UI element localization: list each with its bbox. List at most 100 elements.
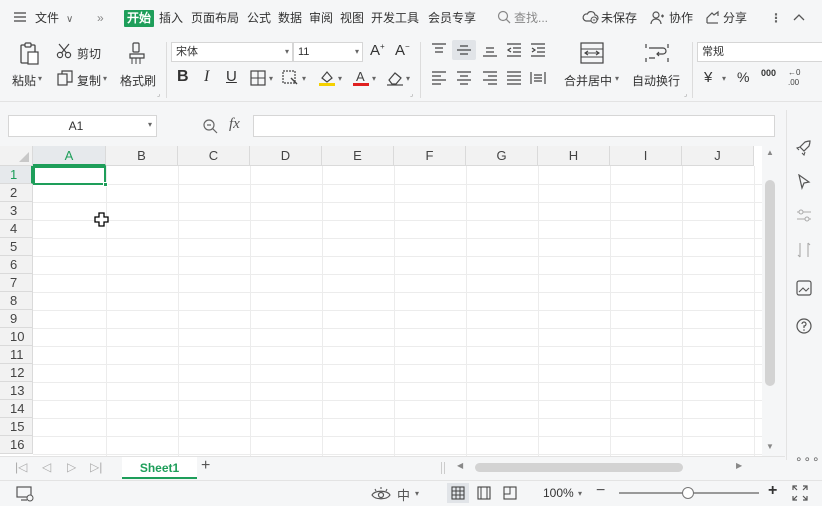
underline-icon[interactable]: U [226, 68, 237, 85]
tab-data[interactable]: 数据 [278, 10, 302, 26]
paste-dropdown-icon[interactable]: ▾ [38, 74, 42, 83]
copy-button[interactable]: 复制 [77, 72, 101, 89]
pointer-icon[interactable] [796, 174, 812, 190]
percent-icon[interactable]: % [737, 69, 749, 85]
chevron-down-icon[interactable]: ▾ [302, 74, 306, 83]
decrease-font-icon[interactable]: A− [395, 42, 410, 59]
insert-function-button[interactable]: fx [229, 116, 240, 133]
add-sheet-button[interactable]: + [201, 457, 210, 475]
row-header[interactable]: 16 [0, 436, 33, 454]
eye-protection-icon[interactable] [371, 486, 391, 502]
rocket-icon[interactable] [796, 140, 812, 156]
eraser-icon[interactable] [386, 69, 404, 87]
page-layout-view-icon[interactable] [477, 486, 491, 500]
justify-icon[interactable] [506, 71, 522, 85]
column-header[interactable]: I [610, 146, 682, 166]
fill-handle[interactable] [103, 182, 108, 187]
page-break-view-icon[interactable] [503, 486, 517, 500]
chevron-down-icon[interactable]: ▾ [406, 74, 410, 83]
paste-icon[interactable] [18, 42, 40, 66]
tab-insert[interactable]: 插入 [159, 10, 183, 26]
row-header[interactable]: 6 [0, 256, 33, 274]
help-icon[interactable] [796, 318, 812, 334]
align-bottom-icon[interactable] [482, 43, 498, 57]
tab-developer[interactable]: 开发工具 [371, 10, 419, 26]
macro-record-icon[interactable] [16, 486, 34, 502]
zoom-search-icon[interactable] [202, 118, 218, 134]
more-tabs-icon[interactable]: » [97, 10, 104, 26]
collapse-ribbon-icon[interactable] [792, 11, 810, 29]
share-button[interactable]: 分享 [723, 10, 747, 26]
tab-review[interactable]: 审阅 [309, 10, 333, 26]
fullscreen-icon[interactable] [792, 485, 808, 501]
align-left-icon[interactable] [431, 71, 447, 85]
column-header[interactable]: H [538, 146, 610, 166]
row-header[interactable]: 5 [0, 238, 33, 256]
row-header[interactable]: 14 [0, 400, 33, 418]
more-options-icon[interactable]: ⋮ [770, 10, 782, 26]
select-all-corner[interactable] [0, 146, 33, 166]
formula-input[interactable] [253, 115, 775, 137]
zoom-out-button[interactable]: − [596, 482, 605, 500]
paste-button[interactable]: 粘贴 [12, 72, 36, 89]
cell-style-icon[interactable] [282, 70, 300, 86]
horizontal-scroll-thumb[interactable] [475, 463, 683, 472]
chevron-down-icon[interactable]: ▾ [269, 74, 273, 83]
row-header[interactable]: 3 [0, 202, 33, 220]
vertical-scrollbar[interactable]: ▲ ▼ [762, 146, 778, 456]
column-header[interactable]: J [682, 146, 754, 166]
italic-icon[interactable]: I [204, 68, 209, 86]
column-header[interactable]: G [466, 146, 538, 166]
sheet-tab-sheet1[interactable]: Sheet1 [122, 457, 197, 479]
zoom-level[interactable]: 100% [543, 486, 574, 500]
distributed-align-icon[interactable] [530, 71, 546, 85]
collaborate-button[interactable]: 协作 [669, 10, 693, 26]
borders-icon[interactable] [250, 70, 266, 86]
menu-file[interactable]: 文件 [35, 10, 59, 26]
bold-icon[interactable]: B [177, 68, 189, 86]
vertical-scroll-thumb[interactable] [765, 180, 775, 386]
row-header[interactable]: 7 [0, 274, 33, 292]
scroll-down-icon[interactable]: ▼ [766, 442, 774, 451]
increase-decimal-icon[interactable]: ←0.00 [787, 67, 807, 87]
wrap-text-button[interactable]: 自动换行 [632, 72, 680, 89]
row-header[interactable]: 11 [0, 346, 33, 364]
alignment-launcher-icon[interactable]: ⌟ [684, 90, 687, 98]
font-launcher-icon[interactable]: ⌟ [410, 90, 413, 98]
image-tool-icon[interactable] [796, 280, 812, 296]
format-painter-button[interactable]: 格式刷 [120, 72, 156, 89]
spreadsheet-grid[interactable]: ABCDEFGHIJ 1 2 3 4 5 6 7 8 9 10 11 12 13 14 15 16 [0, 146, 762, 456]
align-middle-button[interactable] [452, 40, 476, 60]
column-header[interactable]: B [106, 146, 178, 166]
currency-icon[interactable]: ¥ [704, 69, 712, 86]
filter-settings-icon[interactable] [796, 208, 812, 224]
chevron-down-icon[interactable]: ▾ [372, 74, 376, 83]
align-top-icon[interactable] [431, 43, 447, 57]
font-name-select[interactable]: 宋体 ▾ [171, 42, 293, 62]
zoom-slider-handle[interactable] [682, 487, 694, 499]
active-cell-a1[interactable] [33, 166, 108, 187]
row-header[interactable]: 13 [0, 382, 33, 400]
merge-center-button[interactable]: 合并居中 [564, 72, 612, 89]
increase-font-icon[interactable]: A+ [370, 42, 385, 59]
copy-dropdown-icon[interactable]: ▾ [103, 74, 107, 83]
name-box[interactable]: A1 ▾ [8, 115, 157, 137]
row-header[interactable]: 2 [0, 184, 33, 202]
tab-formulas[interactable]: 公式 [247, 10, 271, 26]
row-header[interactable]: 10 [0, 328, 33, 346]
chevron-down-icon[interactable]: ▾ [338, 74, 342, 83]
next-sheet-icon[interactable]: ▷ [67, 460, 76, 474]
clipboard-launcher-icon[interactable]: ⌟ [157, 90, 160, 98]
search-box[interactable]: 查找... [514, 10, 548, 26]
input-method-icon[interactable]: 中 [397, 485, 410, 504]
chevron-down-icon[interactable]: ▾ [148, 120, 152, 129]
unsaved-status[interactable]: 未保存 [601, 10, 637, 26]
scroll-left-icon[interactable]: ◀ [457, 461, 463, 470]
normal-view-button[interactable] [447, 483, 469, 503]
tab-page-layout[interactable]: 页面布局 [191, 10, 239, 26]
number-format-select[interactable]: 常规 [697, 42, 822, 62]
cut-button[interactable]: 剪切 [77, 45, 101, 62]
zoom-in-button[interactable]: + [768, 482, 777, 500]
hamburger-menu-icon[interactable] [12, 9, 30, 27]
column-header[interactable]: C [178, 146, 250, 166]
